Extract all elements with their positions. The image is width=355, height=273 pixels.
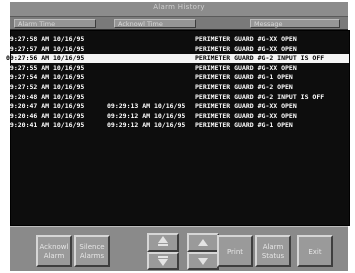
- message-cell: PERIMETER GUARD #G-XX OPEN: [195, 63, 297, 72]
- message-cell: PERIMETER GUARD #G-1 OPEN: [195, 73, 293, 82]
- alarm-row[interactable]: 09:27:57 AM 10/16/95 PERIMETER GUARD #G-X…: [6, 44, 349, 54]
- ack-time-cell: 09:29:12 AM 10/16/95: [107, 121, 186, 130]
- acknowledge-alarm-label: Acknowl Alarm: [39, 243, 69, 260]
- exit-button[interactable]: Exit: [297, 235, 333, 267]
- silence-alarms-label: Silence Alarms: [79, 243, 105, 260]
- message-cell: PERIMETER GUARD #G-XX OPEN: [195, 111, 297, 120]
- alarm-row[interactable]: 09:27:56 AM 10/16/95 PERIMETER GUARD #G-2…: [6, 54, 349, 64]
- acknowledge-alarm-button[interactable]: Acknowl Alarm: [36, 235, 72, 267]
- alarm-row[interactable]: 09:20:48 AM 10/16/95 PERIMETER GUARD #G-2…: [6, 92, 349, 102]
- message-cell: PERIMETER GUARD #G-XX OPEN: [195, 35, 297, 43]
- alarm-time-cell: 09:27:55 AM 10/16/95: [6, 63, 85, 72]
- header-ack-time[interactable]: Acknowl Time: [114, 19, 196, 28]
- window-title: Alarm History: [153, 3, 205, 11]
- ack-time-cell: 09:29:13 AM 10/16/95: [107, 102, 186, 111]
- alarm-time-cell: 09:27:57 AM 10/16/95: [6, 44, 85, 53]
- alarm-row[interactable]: 09:27:58 AM 10/16/95 PERIMETER GUARD #G-X…: [6, 35, 349, 44]
- alarm-list[interactable]: 09:27:58 AM 10/16/95 PERIMETER GUARD #G-X…: [6, 30, 350, 226]
- print-label: Print: [226, 248, 244, 256]
- alarm-time-cell: 09:20:48 AM 10/16/95: [6, 92, 85, 101]
- alarm-time-cell: 09:20:41 AM 10/16/95: [6, 121, 85, 130]
- header-alarm-time[interactable]: Alarm Time: [14, 19, 96, 28]
- alarm-time-cell: 09:20:47 AM 10/16/95: [6, 102, 85, 111]
- alarm-row[interactable]: 09:20:47 AM 10/16/95 09:29:13 AM 10/16/95…: [6, 102, 349, 111]
- alarm-status-button[interactable]: Alarm Status: [255, 235, 291, 267]
- line-down-button[interactable]: [187, 252, 219, 270]
- alarm-history-screen: Alarm History Alarm Time Acknowl Time Me…: [0, 0, 355, 273]
- print-button[interactable]: Print: [217, 235, 253, 267]
- alarm-time-cell: 09:27:56 AM 10/16/95: [6, 54, 85, 63]
- alarm-status-label: Alarm Status: [261, 243, 285, 260]
- alarm-row[interactable]: 09:20:46 AM 10/16/95 09:29:12 AM 10/16/95…: [6, 111, 349, 121]
- exit-label: Exit: [308, 248, 322, 256]
- title-bar: Alarm History: [10, 2, 348, 17]
- page-down-button[interactable]: [147, 252, 179, 270]
- message-cell: PERIMETER GUARD #G-1 OPEN: [195, 121, 293, 130]
- alarm-time-cell: 09:20:46 AM 10/16/95: [6, 111, 85, 120]
- alarm-time-cell: 09:27:54 AM 10/16/95: [6, 73, 85, 82]
- silence-alarms-button[interactable]: Silence Alarms: [74, 235, 110, 267]
- alarm-row[interactable]: 09:27:55 AM 10/16/95 PERIMETER GUARD #G-X…: [6, 63, 349, 73]
- alarm-time-cell: 09:27:52 AM 10/16/95: [6, 83, 85, 91]
- ack-time-cell: 09:29:12 AM 10/16/95: [107, 111, 186, 120]
- message-cell: PERIMETER GUARD #G-2 OPEN: [195, 83, 293, 91]
- alarm-row[interactable]: 09:20:41 AM 10/16/95 09:29:12 AM 10/16/95…: [6, 121, 349, 130]
- message-cell: PERIMETER GUARD #G-XX OPEN: [195, 44, 297, 53]
- column-header: Alarm Time Acknowl Time Message: [10, 17, 348, 30]
- button-panel: Acknowl Alarm Silence Alarms Print Alarm…: [10, 226, 348, 271]
- page-up-button[interactable]: [147, 233, 179, 252]
- alarm-row[interactable]: 09:27:52 AM 10/16/95 PERIMETER GUARD #G-2…: [6, 83, 349, 92]
- alarm-row[interactable]: 09:27:54 AM 10/16/95 PERIMETER GUARD #G-1…: [6, 73, 349, 82]
- line-up-button[interactable]: [187, 233, 219, 252]
- message-cell: PERIMETER GUARD #G-2 INPUT IS OFF: [195, 92, 325, 101]
- header-message[interactable]: Message: [250, 19, 340, 28]
- alarm-time-cell: 09:27:58 AM 10/16/95: [6, 35, 85, 43]
- message-cell: PERIMETER GUARD #G-XX OPEN: [195, 102, 297, 111]
- message-cell: PERIMETER GUARD #G-2 INPUT IS OFF: [195, 54, 325, 63]
